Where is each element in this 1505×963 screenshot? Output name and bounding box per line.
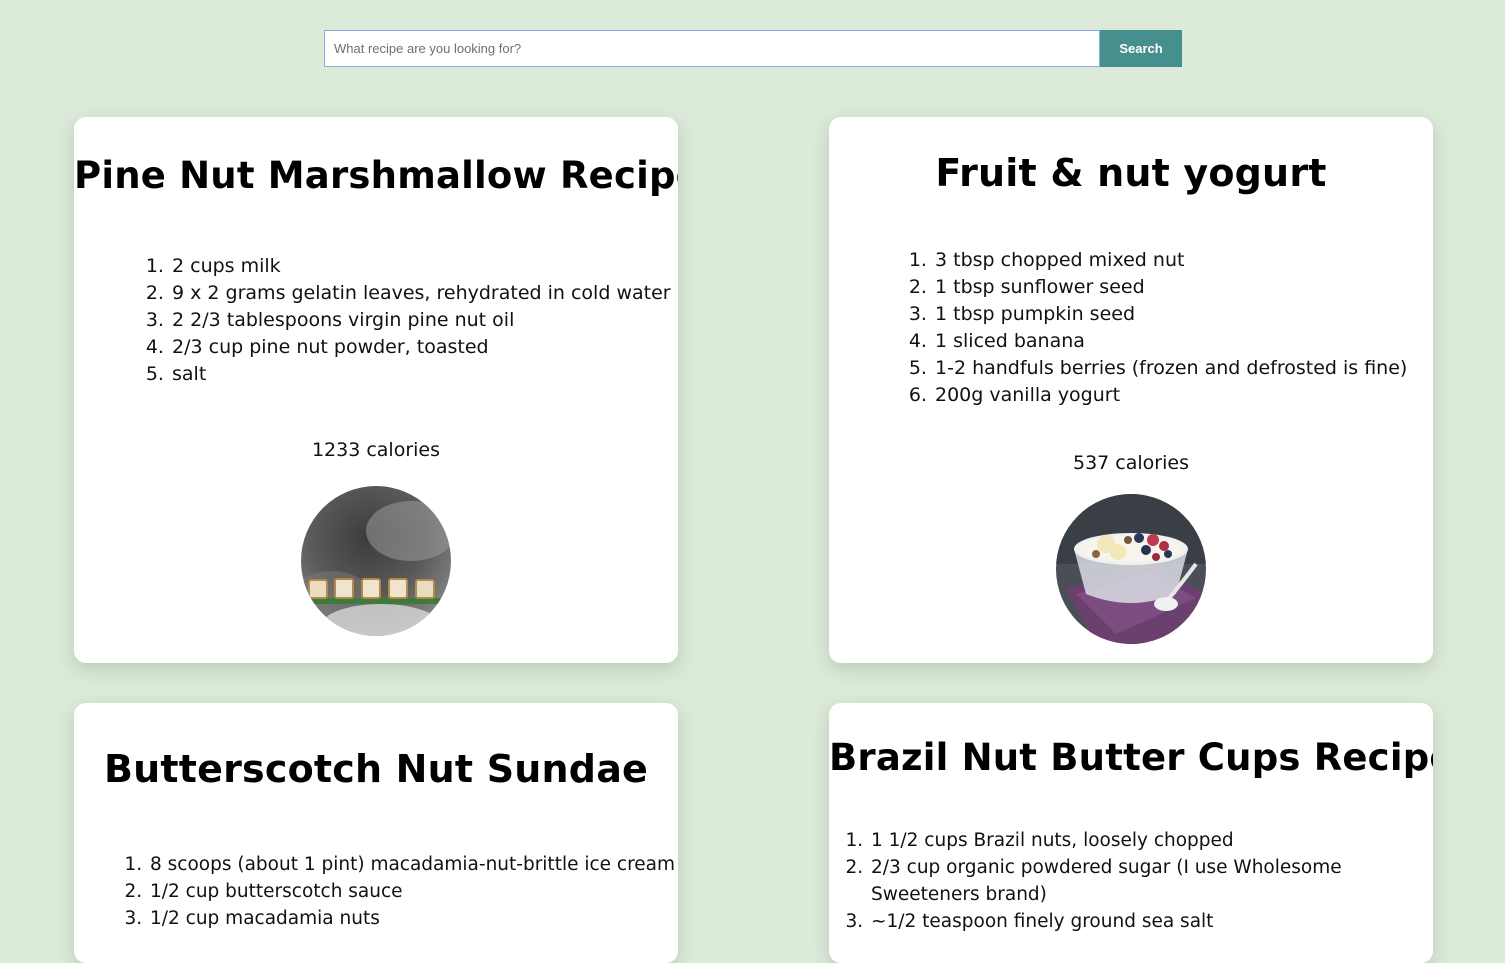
recipe-card: Butterscotch Nut Sundae 8 scoops (about … [74, 703, 678, 963]
ingredient-item: 2/3 cup pine nut powder, toasted [170, 334, 678, 361]
recipe-title: Brazil Nut Butter Cups Recipe [829, 736, 1433, 779]
recipe-card: Fruit & nut yogurt 3 tbsp chopped mixed … [829, 117, 1433, 663]
search-bar: Search [324, 30, 1182, 67]
recipe-card: Brazil Nut Butter Cups Recipe 1 1/2 cups… [829, 703, 1433, 963]
ingredient-item: 1 tbsp pumpkin seed [933, 301, 1433, 328]
ingredient-item: 1/2 cup macadamia nuts [148, 905, 678, 932]
ingredient-item: 1 1/2 cups Brazil nuts, loosely chopped [869, 827, 1433, 854]
recipe-title: Butterscotch Nut Sundae [103, 747, 649, 791]
recipe-title: Fruit & nut yogurt [935, 151, 1327, 195]
recipe-title: Pine Nut Marshmallow Recipe [74, 154, 678, 197]
yogurt-bowl-photo [1056, 494, 1206, 644]
ingredient-item: 2 2/3 tablespoons virgin pine nut oil [170, 307, 678, 334]
search-button[interactable]: Search [1100, 30, 1182, 67]
search-input[interactable] [324, 30, 1100, 67]
ingredient-list: 3 tbsp chopped mixed nut 1 tbsp sunflowe… [933, 247, 1433, 409]
ingredient-item: salt [170, 361, 678, 388]
ingredient-item: 8 scoops (about 1 pint) macadamia-nut-br… [148, 851, 678, 878]
marshmallow-photo [301, 486, 451, 636]
ingredient-item: 1 sliced banana [933, 328, 1433, 355]
ingredient-item: 2/3 cup organic powdered sugar (I use Wh… [869, 854, 1433, 908]
recipe-card: Pine Nut Marshmallow Recipe 2 cups milk … [74, 117, 678, 663]
ingredient-item: 200g vanilla yogurt [933, 382, 1433, 409]
ingredient-list: 1 1/2 cups Brazil nuts, loosely chopped … [869, 827, 1433, 935]
ingredient-item: 3 tbsp chopped mixed nut [933, 247, 1433, 274]
ingredient-item: 1/2 cup butterscotch sauce [148, 878, 678, 905]
ingredient-item: 2 cups milk [170, 253, 678, 280]
ingredient-item: 1 tbsp sunflower seed [933, 274, 1433, 301]
ingredient-item: ~1/2 teaspoon finely ground sea salt [869, 908, 1433, 935]
ingredient-list: 8 scoops (about 1 pint) macadamia-nut-br… [148, 851, 678, 932]
calories-label: 537 calories [1073, 452, 1189, 474]
ingredient-list: 2 cups milk 9 x 2 grams gelatin leaves, … [170, 253, 678, 388]
ingredient-item: 9 x 2 grams gelatin leaves, rehydrated i… [170, 280, 678, 307]
ingredient-item: 1-2 handfuls berries (frozen and defrost… [933, 355, 1433, 382]
calories-label: 1233 calories [311, 439, 441, 461]
